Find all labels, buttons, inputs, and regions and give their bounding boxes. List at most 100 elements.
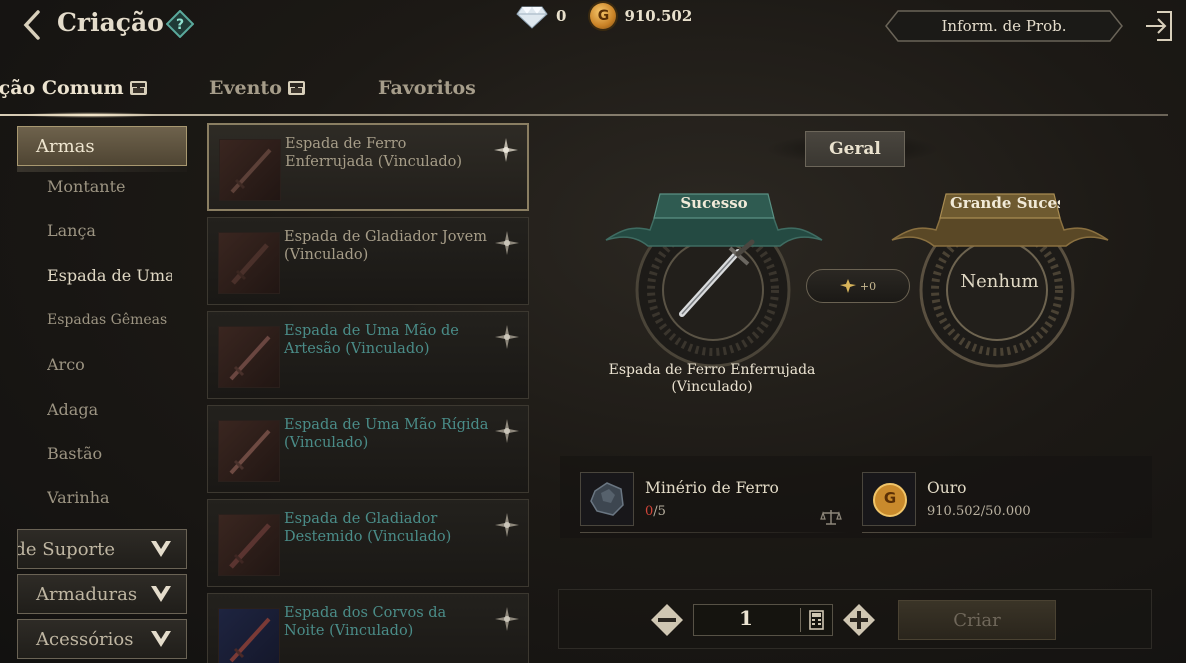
category-weapons[interactable]: Armas bbox=[17, 126, 187, 166]
chevron-down-icon bbox=[151, 631, 171, 647]
subcategory-spear[interactable]: Lança bbox=[47, 221, 172, 240]
recipe-item-rigid-one-hand-sword[interactable]: Espada de Uma Mão Rígida (Vinculado) bbox=[207, 405, 529, 493]
probability-info-label: Inform. de Prob. bbox=[941, 17, 1067, 35]
tab-event-label: Evento bbox=[209, 77, 282, 99]
recipe-item-fearless-gladiator-sword[interactable]: Espada de Gladiador Destemido (Vinculado… bbox=[207, 499, 529, 587]
favorite-star-icon[interactable] bbox=[493, 137, 519, 163]
material-name-gold: Ouro bbox=[927, 479, 967, 497]
sword-icon bbox=[218, 326, 280, 388]
chevron-down-icon bbox=[151, 586, 171, 602]
subcategory-twin-swords[interactable]: Espadas Gêmeas bbox=[47, 312, 172, 328]
diamond-icon bbox=[516, 6, 548, 29]
chest-icon bbox=[287, 81, 305, 95]
recipe-item-name: Espada de Gladiador Jovem (Vinculado) bbox=[284, 229, 488, 263]
favorite-star-icon[interactable] bbox=[494, 418, 520, 444]
subcategory-bow[interactable]: Arco bbox=[47, 355, 172, 374]
quantity-value: 1 bbox=[739, 606, 753, 630]
subcategory-wand[interactable]: Varinha bbox=[47, 488, 172, 507]
help-button[interactable]: ? bbox=[165, 9, 195, 39]
material-count-iron-ore: 0/5 bbox=[645, 504, 666, 519]
tab-general[interactable]: Geral bbox=[805, 131, 905, 167]
sword-icon bbox=[218, 420, 280, 482]
recipe-item-name: Espada de Ferro Enferrujada (Vinculado) bbox=[285, 136, 463, 170]
recipe-item-name: Espada de Uma Mão Rígida (Vinculado) bbox=[284, 417, 489, 451]
category-support-weapons-label: Armas de Suporte bbox=[18, 538, 116, 560]
increase-quantity-button[interactable] bbox=[842, 603, 876, 637]
subcategory-greatsword[interactable]: Montante bbox=[47, 177, 172, 196]
exit-button[interactable] bbox=[1143, 9, 1175, 43]
iron-ore-icon bbox=[590, 482, 624, 516]
tab-bar: Criação Comum Evento Favoritos bbox=[0, 68, 1186, 118]
category-weapons-label: Armas bbox=[36, 135, 95, 157]
chevron-down-icon bbox=[151, 541, 171, 557]
material-required: /5 bbox=[653, 504, 666, 519]
create-button[interactable]: Criar bbox=[898, 600, 1056, 640]
minus-icon bbox=[651, 604, 683, 636]
sword-icon bbox=[218, 608, 280, 663]
back-button[interactable] bbox=[18, 8, 48, 42]
chest-icon bbox=[129, 81, 147, 95]
sword-icon bbox=[679, 239, 755, 317]
sword-icon bbox=[219, 139, 281, 201]
calculator-button[interactable] bbox=[800, 608, 828, 632]
category-armor[interactable]: Armaduras bbox=[17, 574, 187, 614]
recipe-item-young-gladiator-sword[interactable]: Espada de Gladiador Jovem (Vinculado) bbox=[207, 217, 529, 305]
success-label: Sucesso bbox=[680, 194, 748, 212]
gold-slot[interactable]: G bbox=[862, 472, 916, 526]
great-success-value: Nenhum bbox=[960, 271, 1039, 292]
gold-coin-icon: G bbox=[590, 3, 617, 29]
chevron-left-icon bbox=[23, 10, 40, 40]
bonus-indicator: +0 bbox=[806, 269, 910, 303]
category-armor-label: Armaduras bbox=[36, 583, 138, 605]
scale-icon[interactable] bbox=[820, 508, 842, 526]
currency-display: 0 G 910.502 bbox=[516, 3, 692, 29]
recipe-item-name: Espada de Gladiador Destemido (Vinculado… bbox=[284, 511, 452, 545]
active-tab-indicator bbox=[20, 112, 160, 118]
iron-ore-slot[interactable] bbox=[580, 472, 634, 526]
material-count-gold: 910.502/50.000 bbox=[927, 504, 1031, 519]
exit-icon bbox=[1146, 11, 1172, 41]
materials-panel bbox=[560, 456, 1152, 538]
subcategory-dagger[interactable]: Adaga bbox=[47, 400, 172, 419]
recipe-item-rusty-iron-sword[interactable]: Espada de Ferro Enferrujada (Vinculado) bbox=[207, 123, 529, 211]
success-item-name: Espada de Ferro Enferrujada (Vinculado) bbox=[608, 362, 816, 395]
material-name-iron-ore: Minério de Ferro bbox=[645, 479, 779, 497]
gold-count: 910.502 bbox=[624, 7, 693, 25]
favorite-star-icon[interactable] bbox=[494, 324, 520, 350]
category-accessories-label: Acessórios bbox=[36, 628, 134, 650]
page-title: Criação bbox=[57, 8, 164, 37]
subcategory-staff[interactable]: Bastão bbox=[47, 444, 172, 463]
favorite-star-icon[interactable] bbox=[494, 606, 520, 632]
recipe-item-artisan-one-hand-sword[interactable]: Espada de Uma Mão de Artesão (Vinculado) bbox=[207, 311, 529, 399]
subcategory-one-hand-sword[interactable]: Espada de Uma Mão bbox=[47, 266, 172, 285]
tab-common-crafting[interactable]: Criação Comum bbox=[0, 77, 147, 99]
calculator-icon bbox=[809, 610, 824, 630]
svg-text:?: ? bbox=[176, 17, 184, 33]
plus-icon bbox=[843, 604, 875, 636]
category-accessories[interactable]: Acessórios bbox=[17, 619, 187, 659]
gold-coin-symbol: G bbox=[883, 489, 897, 507]
recipe-list: Espada de Ferro Enferrujada (Vinculado) … bbox=[205, 120, 530, 663]
probability-info-button[interactable]: Inform. de Prob. bbox=[884, 9, 1124, 43]
favorite-star-icon[interactable] bbox=[494, 230, 520, 256]
tab-common-label: Criação Comum bbox=[0, 77, 124, 99]
bonus-value: +0 bbox=[859, 279, 877, 293]
help-diamond-icon: ? bbox=[165, 9, 195, 39]
material-divider bbox=[862, 532, 1132, 533]
recipe-item-name: Espada dos Corvos da Noite (Vinculado) bbox=[284, 605, 447, 639]
sword-icon bbox=[218, 514, 280, 576]
recipe-item-name: Espada de Uma Mão de Artesão (Vinculado) bbox=[284, 323, 459, 357]
material-divider bbox=[580, 532, 850, 533]
tab-favorites-label: Favoritos bbox=[378, 77, 476, 99]
tab-event[interactable]: Evento bbox=[209, 77, 305, 99]
tab-favorites[interactable]: Favoritos bbox=[378, 77, 476, 99]
decrease-quantity-button[interactable] bbox=[650, 603, 684, 637]
category-support-weapons[interactable]: Armas de Suporte bbox=[17, 529, 187, 569]
tab-underline bbox=[0, 114, 1168, 116]
bonus-icon bbox=[839, 279, 856, 293]
sword-icon bbox=[218, 232, 280, 294]
diamond-count: 0 bbox=[556, 7, 567, 25]
recipe-item-night-crows-sword[interactable]: Espada dos Corvos da Noite (Vinculado) bbox=[207, 593, 529, 663]
favorite-star-icon[interactable] bbox=[494, 512, 520, 538]
great-success-label: Grande Sucesso bbox=[950, 194, 1060, 212]
